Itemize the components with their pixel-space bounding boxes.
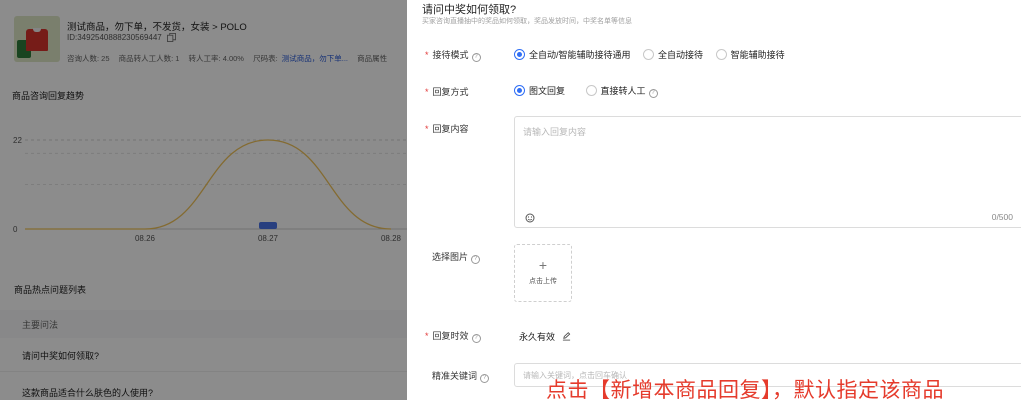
reply-type-option-label: 图文回复 [529, 86, 566, 96]
image-upload-button[interactable]: + 点击上传 [514, 244, 572, 302]
reply-type-label: 回复方式 [432, 87, 469, 97]
radio-checked-icon [514, 49, 525, 60]
emoji-icon[interactable] [525, 213, 535, 223]
keywords-label: 精准关键词 [432, 371, 478, 381]
reply-type-radio-group: 图文回复 直接转人工? [514, 84, 668, 98]
radio-unchecked-icon [715, 49, 727, 60]
radio-checked-icon [514, 85, 525, 96]
mode-option-auto[interactable]: 全自动接待 [643, 49, 704, 60]
required-mark: * [425, 50, 429, 60]
required-mark: * [425, 331, 429, 341]
image-label: 选择图片 [432, 252, 469, 262]
validity-label: 回复时效 [432, 331, 469, 341]
help-icon[interactable]: ? [480, 374, 490, 383]
content-label: 回复内容 [432, 124, 469, 134]
mode-option-label: 全自动接待 [658, 50, 704, 60]
annotation-caption: 点击【新增本商品回复】，默认指定该商品 [546, 379, 944, 400]
help-icon[interactable]: ? [471, 255, 481, 264]
validity-value: 永久有效 [519, 332, 556, 342]
reply-type-option-label: 直接转人工 [600, 86, 646, 96]
edit-icon[interactable] [562, 332, 571, 341]
mode-option-assist[interactable]: 智能辅助接待 [715, 49, 785, 60]
reply-drawer: 请问中奖如何领取? 买家咨询直播抽中的奖品如何领取，奖品发放时间，中奖名单等信息… [407, 0, 1021, 400]
drawer-subtitle: 买家咨询直播抽中的奖品如何领取，奖品发放时间，中奖名单等信息 [422, 18, 632, 25]
plus-icon: + [538, 257, 548, 273]
reply-content-textarea[interactable]: 请输入回复内容 0/500 [514, 116, 1021, 228]
validity-label-row: * 回复时效? [425, 329, 481, 343]
radio-unchecked-icon [643, 49, 655, 60]
drawer-title: 请问中奖如何领取? [422, 4, 517, 16]
upload-label: 点击上传 [529, 278, 557, 285]
help-icon[interactable]: ? [471, 334, 481, 343]
required-mark: * [425, 87, 429, 97]
reply-type-option-transfer[interactable]: 直接转人工? [585, 85, 658, 98]
content-label-row: * 回复内容 [425, 122, 469, 135]
mode-radio-group: 全自动/智能辅助接待通用 全自动接待 智能辅助接待 [514, 48, 795, 61]
mode-label-row: * 接待模式? [425, 48, 481, 62]
validity-value-row: 永久有效 [519, 330, 571, 343]
mode-option-label: 智能辅助接待 [730, 50, 785, 60]
mode-label: 接待模式 [432, 50, 469, 60]
required-mark: * [425, 124, 429, 134]
reply-content-placeholder: 请输入回复内容 [523, 127, 587, 137]
keywords-label-row: 精准关键词? [432, 369, 490, 383]
mode-option-auto-assist[interactable]: 全自动/智能辅助接待通用 [514, 49, 631, 60]
help-icon[interactable]: ? [648, 89, 658, 98]
char-counter: 0/500 [991, 212, 1013, 222]
radio-unchecked-icon [585, 85, 597, 96]
reply-type-option-graphic[interactable]: 图文回复 [514, 85, 566, 96]
reply-type-label-row: * 回复方式 [425, 85, 469, 98]
image-label-row: 选择图片? [432, 250, 481, 264]
help-icon[interactable]: ? [471, 53, 481, 62]
mode-option-label: 全自动/智能辅助接待通用 [529, 50, 631, 60]
